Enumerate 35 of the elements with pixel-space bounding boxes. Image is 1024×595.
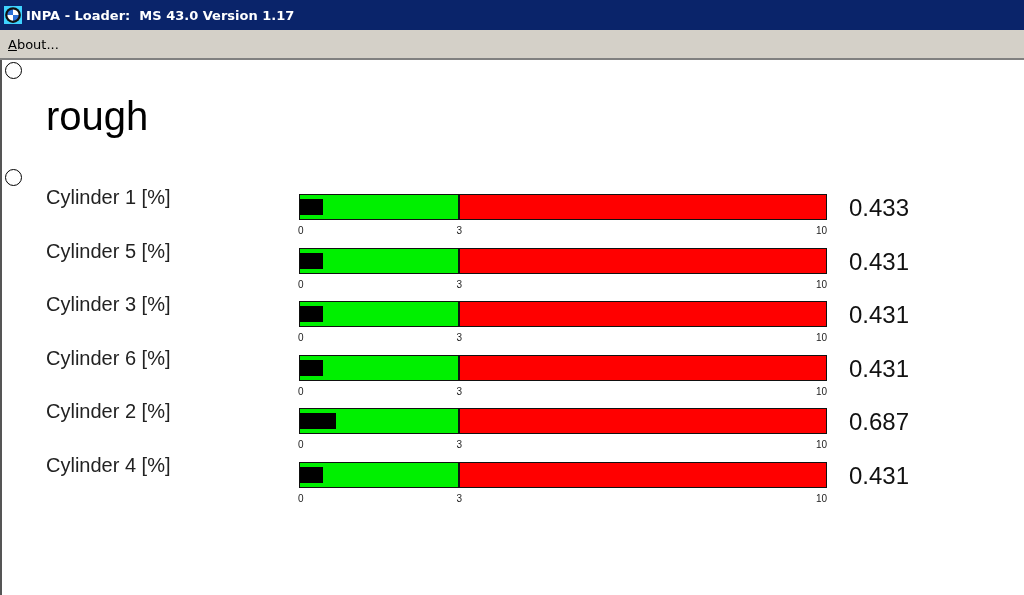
scale-tick-label: 10 (815, 225, 827, 236)
scale-tick-label: 0 (298, 278, 304, 290)
cylinder-label: Cylinder 5 [%] (46, 239, 172, 263)
cylinder-label: Cylinder 2 [%] (46, 400, 172, 423)
scale-tick-label: 0 (298, 439, 304, 450)
scale-tick-label: 10 (815, 492, 827, 504)
scale-tick-label: 0 (298, 332, 304, 343)
app-logo-icon (4, 6, 22, 24)
scale-tick-label: 10 (815, 439, 827, 450)
scale-tick-label: 3 (456, 385, 462, 397)
scale-tick-label: 3 (456, 332, 462, 343)
scale-tick-label: 3 (456, 439, 462, 450)
cylinder-label: Cylinder 1 [%] (46, 186, 172, 209)
scale-tick-label: 10 (815, 278, 827, 290)
menu-item[interactable]: About... (8, 36, 59, 52)
scale-tick-label: 3 (456, 225, 462, 236)
scale-tick-label: 0 (298, 492, 304, 504)
circle-icon (5, 169, 22, 186)
scale-tick-label: 0 (298, 225, 304, 236)
value-reading: 0.431 (849, 354, 910, 383)
value-reading: 0.433 (849, 194, 910, 222)
value-reading: 0.687 (849, 408, 910, 436)
scale-tick-label: 3 (456, 278, 462, 290)
value-reading: 0.431 (849, 461, 910, 490)
scale-tick-label: 0 (298, 385, 304, 397)
cylinder-label: Cylinder 3 [%] (46, 293, 172, 316)
scale-tick-label: 3 (456, 492, 462, 504)
heading: rough (46, 93, 150, 140)
cylinder-label: Cylinder 4 [%] (46, 453, 172, 477)
cylinder-label: Cylinder 6 [%] (46, 346, 172, 370)
scale-tick-label: 10 (815, 385, 827, 397)
window-title: INPA - Loader: MS 43.0 Version 1.17 (26, 7, 295, 23)
value-reading: 0.431 (849, 301, 910, 329)
scale-tick-label: 10 (815, 332, 827, 343)
value-reading: 0.431 (849, 247, 910, 276)
